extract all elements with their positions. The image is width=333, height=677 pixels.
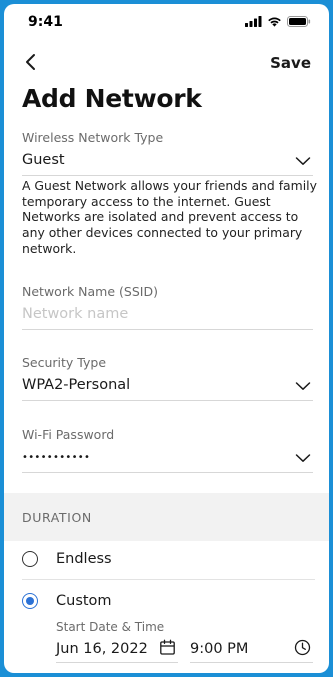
ssid-input[interactable]: Network name — [22, 303, 313, 330]
network-type-value: Guest — [22, 152, 65, 168]
endless-radio[interactable] — [22, 551, 38, 567]
network-type-select[interactable]: Guest — [22, 149, 313, 176]
start-date-value: Jun 16, 2022 — [56, 641, 148, 657]
back-chevron-icon[interactable] — [20, 50, 42, 74]
duration-section-header: DURATION — [4, 493, 329, 541]
chevron-down-icon[interactable] — [295, 452, 311, 464]
network-type-field: Wireless Network Type Guest — [22, 130, 313, 176]
password-value: ••••••••••• — [22, 452, 91, 463]
password-input[interactable]: ••••••••••• — [22, 446, 313, 473]
start-datetime-label: Start Date & Time — [56, 620, 165, 634]
ssid-label: Network Name (SSID) — [22, 284, 158, 299]
ssid-field: Network Name (SSID) Network name — [22, 284, 313, 330]
start-time-value: 9:00 PM — [190, 641, 249, 657]
network-type-label: Wireless Network Type — [22, 130, 164, 145]
battery-icon — [287, 16, 311, 27]
calendar-icon[interactable] — [159, 639, 176, 656]
page-title: Add Network — [22, 84, 202, 113]
security-type-field: Security Type WPA2-Personal — [22, 355, 313, 401]
security-type-select[interactable]: WPA2-Personal — [22, 374, 313, 401]
wifi-icon — [268, 17, 281, 27]
chevron-down-icon[interactable] — [295, 155, 311, 167]
chevron-down-icon[interactable] — [295, 380, 311, 392]
custom-label: Custom — [56, 593, 112, 609]
start-date-field[interactable]: Jun 16, 2022 — [56, 636, 178, 663]
start-time-field[interactable]: 9:00 PM — [190, 636, 313, 663]
security-type-value: WPA2-Personal — [22, 377, 131, 393]
save-button[interactable]: Save — [270, 54, 311, 72]
divider — [22, 579, 315, 580]
status-icons — [245, 16, 311, 27]
status-time: 9:41 — [28, 14, 63, 30]
nav-bar: Save — [4, 48, 329, 78]
duration-option-custom[interactable]: Custom — [4, 583, 329, 623]
duration-section-title: DURATION — [22, 510, 92, 525]
app-frame: 9:41 Save Add Network Wireless Network T… — [4, 4, 329, 673]
endless-label: Endless — [56, 551, 112, 567]
guest-network-description: A Guest Network allows your friends and … — [22, 178, 317, 256]
custom-radio[interactable] — [22, 593, 38, 609]
security-type-label: Security Type — [22, 355, 107, 370]
password-field: Wi-Fi Password ••••••••••• — [22, 427, 313, 473]
duration-option-endless[interactable]: Endless — [4, 541, 329, 581]
ssid-placeholder: Network name — [22, 306, 129, 322]
status-bar: 9:41 — [4, 4, 329, 40]
clock-icon[interactable] — [294, 639, 311, 656]
password-label: Wi-Fi Password — [22, 427, 115, 442]
signal-icon — [245, 16, 262, 27]
